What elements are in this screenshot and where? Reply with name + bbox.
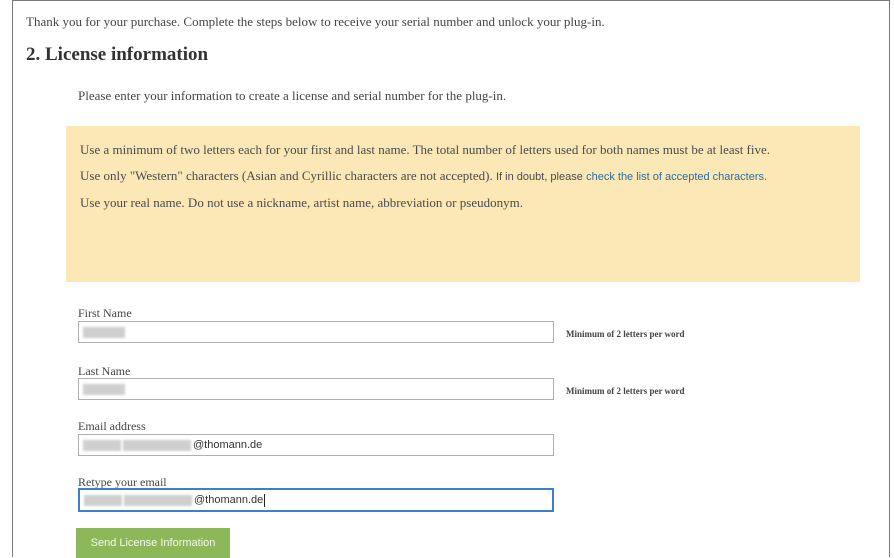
rule-real-name: Use your real name. Do not use a nicknam… bbox=[80, 195, 523, 210]
rule-min-letters: Use a minimum of two letters each for yo… bbox=[80, 142, 771, 157]
section-title: 2. License information bbox=[26, 44, 209, 65]
send-license-button[interactable]: Send License Information bbox=[76, 528, 230, 558]
rule-western-characters: Use only "Western" characters (Asian and… bbox=[80, 166, 846, 187]
retype-email-input[interactable]: @thomann.de bbox=[78, 488, 554, 512]
redacted-value bbox=[84, 494, 122, 506]
intro-text: Thank you for your purchase. Complete th… bbox=[26, 14, 605, 29]
last-name-label: Last Name bbox=[78, 364, 131, 378]
email-domain: @thomann.de bbox=[193, 439, 263, 451]
redacted-value bbox=[123, 439, 191, 451]
first-name-hint: Minimum of 2 letters per word bbox=[566, 329, 685, 339]
email-input[interactable]: @thomann.de bbox=[78, 434, 554, 456]
redacted-value bbox=[83, 326, 125, 338]
name-rules-notice: Use a minimum of two letters each for yo… bbox=[66, 126, 860, 282]
rule-western-text: Use only "Western" characters (Asian and… bbox=[80, 168, 493, 183]
first-name-label: First Name bbox=[78, 306, 132, 320]
retype-email-domain: @thomann.de bbox=[194, 494, 264, 506]
rule-doubt-text: If in doubt, please bbox=[496, 171, 583, 183]
redacted-value bbox=[83, 383, 125, 395]
redacted-value bbox=[83, 439, 121, 451]
section-subtext: Please enter your information to create … bbox=[78, 88, 507, 103]
first-name-input[interactable] bbox=[78, 321, 554, 343]
last-name-hint: Minimum of 2 letters per word bbox=[566, 386, 685, 396]
text-caret bbox=[264, 493, 266, 507]
email-label: Email address bbox=[78, 419, 146, 433]
accepted-characters-link[interactable]: check the list of accepted characters. bbox=[586, 171, 767, 183]
redacted-value bbox=[124, 494, 192, 506]
last-name-input[interactable] bbox=[78, 378, 554, 400]
